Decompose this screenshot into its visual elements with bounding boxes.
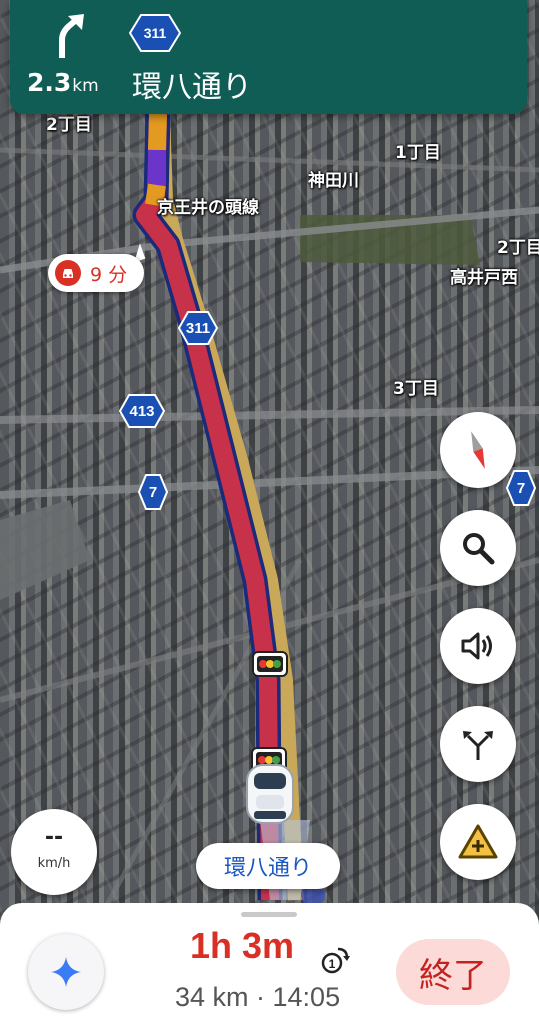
compass-button[interactable] [440, 412, 516, 488]
trip-distance-arrival: 34 km · 14:05 [175, 982, 341, 1012]
traffic-delay-bubble[interactable]: 9 分 [48, 254, 144, 292]
navigation-banner[interactable]: 2.3km 311 環八通り [10, 0, 527, 114]
route-shield: 413 [119, 394, 165, 428]
map-label: 1丁目 [395, 143, 441, 163]
report-incident-button[interactable] [440, 804, 516, 880]
car-traffic-icon [55, 260, 81, 286]
gemini-sparkle-icon [51, 957, 81, 987]
search-icon [463, 533, 495, 565]
map-label: 京王井の頭線 [157, 198, 259, 218]
map-label: 2丁目 [497, 238, 539, 258]
distance-to-turn: 2.3km [27, 68, 99, 97]
traffic-light-icon [252, 651, 288, 677]
sound-button[interactable] [440, 608, 516, 684]
route-shield: 311 [129, 14, 181, 52]
alternate-route-count-icon[interactable]: 1 [320, 945, 350, 975]
speed-unit: km/h [37, 856, 71, 871]
route-shield: 311 [178, 311, 218, 345]
map-label: 高井戸西 [450, 268, 518, 288]
assistant-button[interactable] [28, 934, 104, 1010]
route-shield: 7 [138, 474, 168, 510]
distance-unit: km [72, 76, 99, 96]
speedometer: -- km/h [11, 809, 97, 895]
map-label: 3丁目 [393, 379, 439, 399]
speed-value: -- [44, 825, 64, 850]
map-label: 神田川 [308, 171, 359, 191]
next-road-name: 環八通り [132, 70, 252, 105]
turn-slight-right-icon [59, 14, 84, 58]
route-options-button[interactable] [440, 706, 516, 782]
report-incident-icon [458, 824, 498, 859]
current-road-label: 環八通り [196, 843, 340, 889]
route-options-icon [463, 731, 493, 760]
volume-icon [461, 632, 492, 660]
drag-handle[interactable] [241, 912, 297, 917]
search-button[interactable] [440, 510, 516, 586]
traffic-delay-text: 9 分 [90, 263, 128, 286]
compass-icon [471, 431, 485, 469]
svg-text:1: 1 [329, 957, 336, 971]
end-navigation-button[interactable]: 終了 [396, 939, 510, 1005]
distance-value: 2.3 [27, 68, 72, 97]
route-shield: 7 [506, 470, 536, 506]
eta-duration: 1h 3m [190, 925, 295, 966]
